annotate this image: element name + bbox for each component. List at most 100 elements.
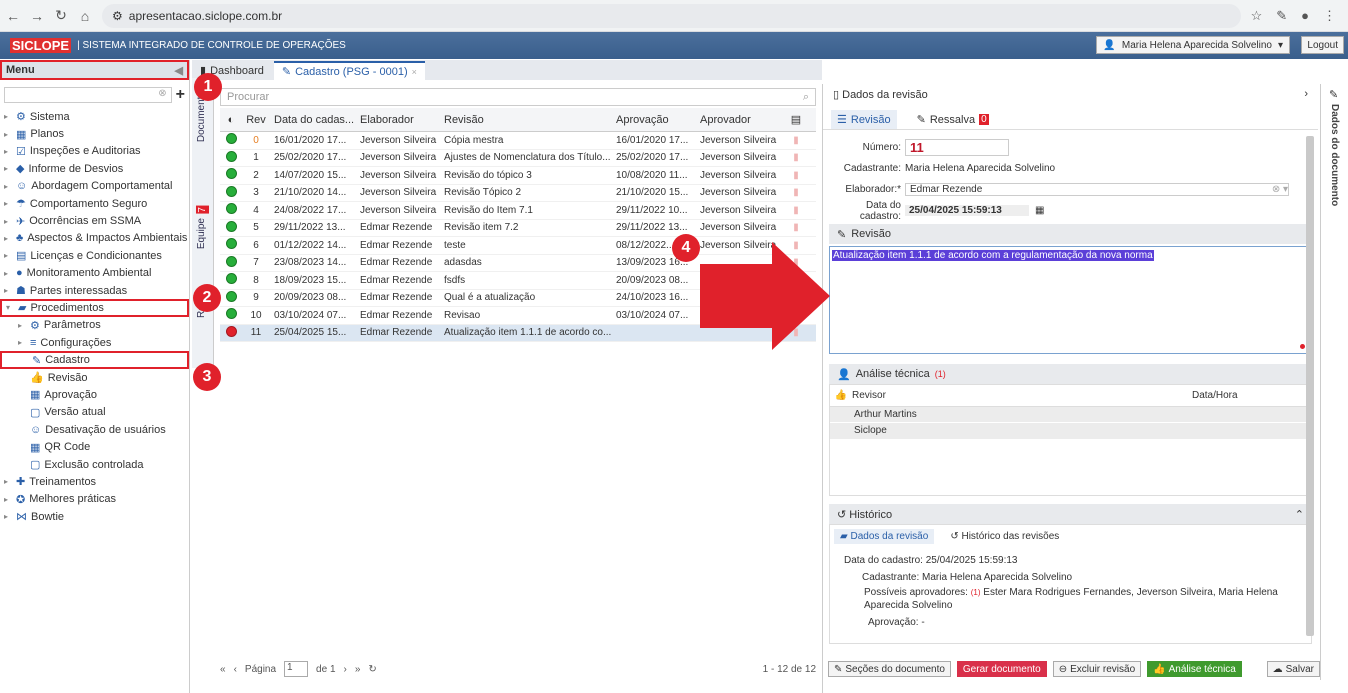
secoes-button[interactable]: ✎ Seções do documento <box>828 661 951 677</box>
user-menu[interactable]: 👤 Maria Helena Aparecida Solvelino ▾ <box>1096 36 1290 54</box>
expand-icon[interactable]: ▸ <box>4 512 12 521</box>
historico-section-header[interactable]: ↺ Histórico ⌃ <box>829 504 1312 524</box>
elaborador-select[interactable]: Edmar Rezende ⊗ ▾ <box>905 183 1289 196</box>
pdf-icon[interactable]: ▮ <box>780 170 812 181</box>
document-side-panel[interactable]: ✎ Dados do documento <box>1320 84 1348 680</box>
revisao-textarea[interactable]: Atualização item 1.1.1 de acordo com a r… <box>829 246 1312 354</box>
menu-item[interactable]: ▸ ⚙ Parâmetros <box>0 317 189 334</box>
table-row[interactable]: 2 14/07/2020 15... Jeverson Silveira Revisã… <box>220 167 816 185</box>
menu-search-input[interactable]: ⊗ <box>4 87 172 103</box>
expand-icon[interactable]: ▸ <box>18 338 26 347</box>
last-page-icon[interactable]: » <box>355 664 361 675</box>
hist-tab-historico[interactable]: ↺ Histórico das revisões <box>944 529 1065 544</box>
menu-item[interactable]: ▸ ☑ Inspeções e Auditorias <box>0 143 189 160</box>
site-info-icon[interactable]: ⚙ <box>112 9 123 23</box>
next-icon[interactable]: › <box>1304 88 1308 100</box>
col-rev[interactable]: Rev <box>242 114 270 126</box>
menu-item[interactable]: ▦ QR Code <box>0 438 189 455</box>
menu-item[interactable]: ▸ ✚ Treinamentos <box>0 473 189 490</box>
pdf-icon[interactable]: ▮ <box>780 135 812 146</box>
menu-item[interactable]: ▾ ▰ Procedimentos <box>0 299 189 317</box>
expand-icon[interactable]: ▸ <box>4 477 12 486</box>
table-row[interactable]: 5 29/11/2022 13... Edmar Rezende Revisão it… <box>220 220 816 237</box>
excluir-revisao-button[interactable]: ⊖ Excluir revisão <box>1052 661 1142 677</box>
table-row[interactable]: 4 24/08/2022 17... Jeverson Silveira Revisã… <box>220 202 816 220</box>
tab-ressalva[interactable]: ✎ Ressalva 0 <box>911 110 995 129</box>
expand-icon[interactable]: ▸ <box>4 251 12 260</box>
back-icon[interactable]: ← <box>6 8 20 24</box>
next-page-icon[interactable]: › <box>344 664 347 675</box>
close-icon[interactable]: × <box>412 67 417 77</box>
reload-icon[interactable]: ↻ <box>54 7 68 24</box>
home-icon[interactable]: ⌂ <box>78 8 92 24</box>
scrollbar[interactable] <box>1306 136 1314 636</box>
tab-revisao-detail[interactable]: ☰ Revisão <box>831 110 897 129</box>
menu-item[interactable]: ▸ ▤ Licenças e Condicionantes <box>0 247 189 264</box>
clear-icon[interactable]: ⊗ ▾ <box>1272 184 1288 195</box>
calendar-icon[interactable]: ▦ <box>1035 205 1044 216</box>
collapse-up-icon[interactable]: ⌃ <box>1295 508 1304 521</box>
add-icon[interactable]: + <box>176 86 185 104</box>
menu-item[interactable]: ▸ ● Monitoramento Ambiental <box>0 265 189 282</box>
table-row[interactable]: 3 21/10/2020 14... Jeverson Silveira Revisã… <box>220 185 816 202</box>
menu-item[interactable]: ▢ Versão atual <box>0 404 189 421</box>
col-data[interactable]: Data do cadas... <box>270 114 356 126</box>
pdf-icon[interactable]: ▮ <box>780 187 812 198</box>
collapse-icon[interactable]: ◀ <box>175 64 187 77</box>
expand-icon[interactable]: ▸ <box>4 286 12 295</box>
menu-item[interactable]: ▦ Aprovação <box>0 386 189 403</box>
analise-tecnica-button[interactable]: 👍 Análise técnica <box>1147 661 1242 677</box>
search-icon[interactable]: ⌕ <box>803 91 809 104</box>
menu-item[interactable]: ▸ ⚙ Sistema <box>0 108 189 125</box>
expand-icon[interactable]: ▸ <box>4 234 12 243</box>
menu-item[interactable]: ▸ ☗ Partes interessadas <box>0 282 189 299</box>
expand-icon[interactable]: ▸ <box>4 147 12 156</box>
pdf-icon[interactable]: ▮ <box>780 222 812 233</box>
expand-icon[interactable]: ▾ <box>6 303 14 312</box>
refresh-icon[interactable]: ↻ <box>368 664 376 675</box>
expand-icon[interactable]: ▸ <box>4 112 12 121</box>
menu-item[interactable]: ▢ Exclusão controlada <box>0 456 189 473</box>
data-field[interactable]: 25/04/2025 15:59:13 <box>905 205 1029 216</box>
expand-icon[interactable]: ▸ <box>4 217 12 226</box>
expand-icon[interactable]: ▸ <box>4 199 12 208</box>
menu-item[interactable]: ▸ ☺ Abordagem Comportamental <box>0 178 189 195</box>
menu-item[interactable]: ▸ ✈ Ocorrências em SSMA <box>0 212 189 229</box>
expand-icon[interactable]: ▸ <box>18 321 26 330</box>
menu-item[interactable]: ▸ ✪ Melhores práticas <box>0 491 189 508</box>
col-aprovacao[interactable]: Aprovação <box>612 114 696 126</box>
more-icon[interactable]: ⋮ <box>1323 8 1336 24</box>
profile-icon[interactable]: ● <box>1301 8 1309 24</box>
star-icon[interactable]: ☆ <box>1251 8 1263 24</box>
gerar-documento-button[interactable]: Gerar documento <box>956 661 1047 677</box>
logout-button[interactable]: Logout <box>1301 36 1344 54</box>
table-row[interactable]: 0 16/01/2020 17... Jeverson Silveira Cópia … <box>220 132 816 150</box>
extensions-icon[interactable]: ✎ <box>1276 8 1287 24</box>
tab-equipe[interactable]: Equipe <box>196 218 207 249</box>
numero-field[interactable]: 11 <box>905 139 1009 156</box>
table-row[interactable]: 1 25/02/2020 17... Jeverson Silveira Ajuste… <box>220 150 816 167</box>
search-input[interactable]: Procurar ⌕ <box>220 88 816 106</box>
menu-item[interactable]: 👍 Revisão <box>0 369 189 386</box>
forward-icon[interactable]: → <box>30 8 44 24</box>
address-bar[interactable]: ⚙ apresentacao.siclope.com.br <box>102 3 1241 28</box>
menu-item[interactable]: ▸ ≡ Configurações <box>0 334 189 351</box>
tab-cadastro[interactable]: ✎ Cadastro (PSG - 0001) × <box>273 61 425 80</box>
prev-page-icon[interactable]: ‹ <box>234 664 237 675</box>
page-input[interactable]: 1 <box>284 661 309 677</box>
menu-item[interactable]: ▸ ▦ Planos <box>0 125 189 142</box>
expand-icon[interactable]: ▸ <box>4 269 12 278</box>
menu-item[interactable]: ▸ ◆ Informe de Desvios <box>0 160 189 177</box>
salvar-button[interactable]: ☁ Salvar <box>1266 661 1320 677</box>
expand-icon[interactable]: ▸ <box>4 164 12 173</box>
menu-item[interactable]: ▸ ☂ Comportamento Seguro <box>0 195 189 212</box>
col-elaborador[interactable]: Elaborador <box>356 114 440 126</box>
col-aprovador[interactable]: Aprovador <box>696 114 780 126</box>
menu-item[interactable]: ▸ ♣ Aspectos & Impactos Ambientais <box>0 230 189 247</box>
menu-item[interactable]: ▸ ⋈ Bowtie <box>0 508 189 525</box>
pdf-icon[interactable]: ▮ <box>780 205 812 216</box>
expand-icon[interactable]: ▸ <box>4 495 12 504</box>
expand-icon[interactable]: ▸ <box>4 130 12 139</box>
col-revisao[interactable]: Revisão <box>440 114 612 126</box>
menu-item[interactable]: ☺ Desativação de usuários <box>0 421 189 438</box>
